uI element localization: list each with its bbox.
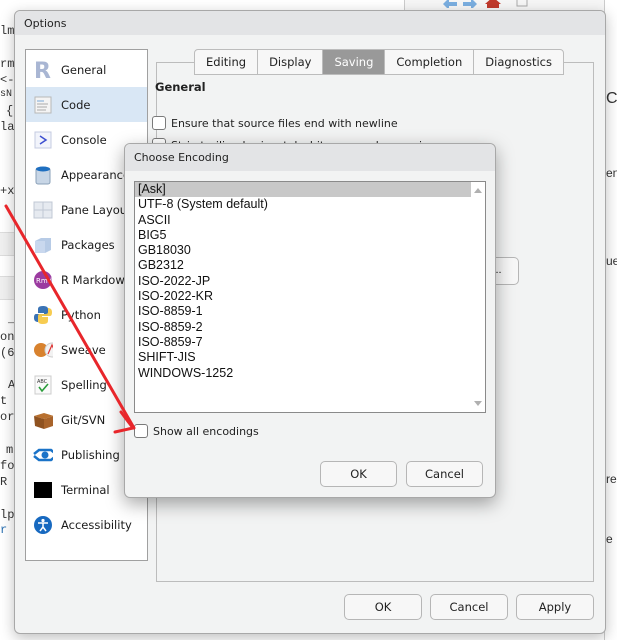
sidebar-item-label: Publishing [61, 447, 120, 462]
sidebar-item-label: Appearance [61, 167, 131, 182]
options-apply-button[interactable]: Apply [516, 594, 594, 620]
sidebar-item-label: R Markdown [61, 272, 133, 287]
svg-text:Rmd: Rmd [36, 277, 52, 285]
option-label: Ensure that source files end with newlin… [171, 116, 398, 130]
publishing-icon [33, 445, 53, 465]
code-fragment: (6 [0, 346, 15, 360]
r-logo-icon: R [33, 60, 53, 80]
sidebar-item-label: General [61, 62, 107, 77]
encoding-list[interactable]: [Ask] UTF-8 (System default) ASCII BIG5 … [134, 181, 486, 413]
scroll-down-arrow-icon[interactable] [474, 401, 482, 406]
text-fragment: en [606, 166, 617, 180]
options-cancel-button[interactable]: Cancel [430, 594, 508, 620]
encoding-item[interactable]: GB2312 [135, 258, 471, 273]
encoding-item[interactable]: ISO-2022-JP [135, 274, 471, 289]
python-logo-icon [33, 305, 53, 325]
text-fragment: C [606, 90, 617, 107]
encoding-item[interactable]: [Ask] [135, 182, 471, 198]
encoding-item[interactable]: BIG5 [135, 228, 471, 243]
paint-bucket-icon [33, 165, 53, 185]
show-all-encodings-label: Show all encodings [153, 424, 259, 438]
code-fragment: sN [0, 89, 13, 100]
code-fragment: { [6, 104, 14, 118]
options-title: Options [15, 11, 605, 35]
console-prompt-icon [33, 130, 53, 150]
code-fragment: m [6, 443, 14, 457]
code-settings-tabs: Editing Display Saving Completion Diagno… [194, 49, 564, 75]
encoding-dialog-title: Choose Encoding [125, 144, 495, 171]
sidebar-item-label: Pane Layout [61, 202, 132, 217]
sidebar-item-label: Console [61, 132, 107, 147]
code-fragment: R [0, 475, 8, 489]
git-box-icon [33, 410, 53, 430]
tab-diagnostics[interactable]: Diagnostics [474, 50, 563, 74]
scroll-up-arrow-icon[interactable] [474, 188, 482, 193]
sidebar-item-label: Python [61, 307, 101, 322]
tab-display[interactable]: Display [258, 50, 324, 74]
code-fragment: on [0, 330, 15, 344]
option-ensure-newline[interactable]: Ensure that source files end with newlin… [152, 116, 398, 130]
sidebar-item-label: Accessibility [61, 517, 132, 532]
nav-arrows-icon [443, 0, 528, 8]
encoding-item[interactable]: WINDOWS-1252 [135, 366, 471, 381]
ensure-newline-checkbox[interactable] [152, 116, 166, 130]
tab-saving[interactable]: Saving [323, 50, 386, 74]
terminal-icon [33, 480, 53, 500]
encoding-item[interactable]: ISO-8859-1 [135, 304, 471, 319]
encoding-cancel-button[interactable]: Cancel [406, 461, 483, 487]
encoding-item[interactable]: ISO-8859-7 [135, 335, 471, 350]
show-all-encodings-option[interactable]: Show all encodings [134, 424, 259, 438]
sidebar-item-label: Terminal [61, 482, 110, 497]
tab-completion[interactable]: Completion [385, 50, 475, 74]
accessibility-icon [33, 515, 53, 535]
sidebar-item-label: Code [61, 97, 91, 112]
sidebar-item-label: Sweave [61, 342, 106, 357]
code-document-icon [33, 95, 53, 115]
code-fragment: lp [0, 508, 15, 522]
tab-editing[interactable]: Editing [195, 50, 259, 74]
svg-text:R: R [34, 60, 51, 80]
package-box-icon [33, 235, 53, 255]
encoding-item[interactable]: SHIFT-JIS [135, 350, 471, 365]
encoding-item[interactable]: UTF-8 (System default) [135, 197, 471, 212]
options-ok-button[interactable]: OK [344, 594, 422, 620]
encoding-item[interactable]: GB18030 [135, 243, 471, 258]
svg-text:ABC: ABC [37, 379, 48, 385]
code-fragment: la [0, 120, 15, 134]
sidebar-item-accessibility[interactable]: Accessibility [26, 507, 147, 542]
code-fragment: <- [0, 73, 15, 87]
code-fragment: rm [0, 57, 15, 71]
sidebar-item-label: Packages [61, 237, 115, 252]
sidebar-item-label: Spelling [61, 377, 107, 392]
encoding-item[interactable]: ISO-8859-2 [135, 320, 471, 335]
sweave-pdf-icon [33, 340, 53, 360]
sidebar-item-general[interactable]: R General [26, 52, 147, 87]
r-markdown-icon: Rmd [33, 270, 53, 290]
choose-encoding-dialog: Choose Encoding [Ask] UTF-8 (System defa… [124, 143, 496, 498]
text-fragment: ue [606, 254, 617, 268]
sidebar-item-label: Git/SVN [61, 412, 106, 427]
section-title: General [155, 80, 206, 94]
pane-layout-icon [33, 200, 53, 220]
text-fragment: re [606, 472, 617, 486]
code-fragment: fo [0, 459, 15, 473]
code-fragment: +x [0, 184, 15, 198]
sidebar-item-code[interactable]: Code [26, 87, 147, 122]
show-all-encodings-checkbox[interactable] [134, 424, 148, 438]
spellcheck-icon: ABC [33, 375, 53, 395]
encoding-item[interactable]: ASCII [135, 213, 471, 228]
code-fragment: t [0, 394, 8, 408]
code-fragment: or [0, 410, 15, 424]
text-fragment: e [606, 532, 613, 546]
code-fragment: r [0, 523, 8, 537]
code-fragment: lm [0, 24, 15, 38]
encoding-item[interactable]: ISO-2022-KR [135, 289, 471, 304]
encoding-ok-button[interactable]: OK [320, 461, 397, 487]
